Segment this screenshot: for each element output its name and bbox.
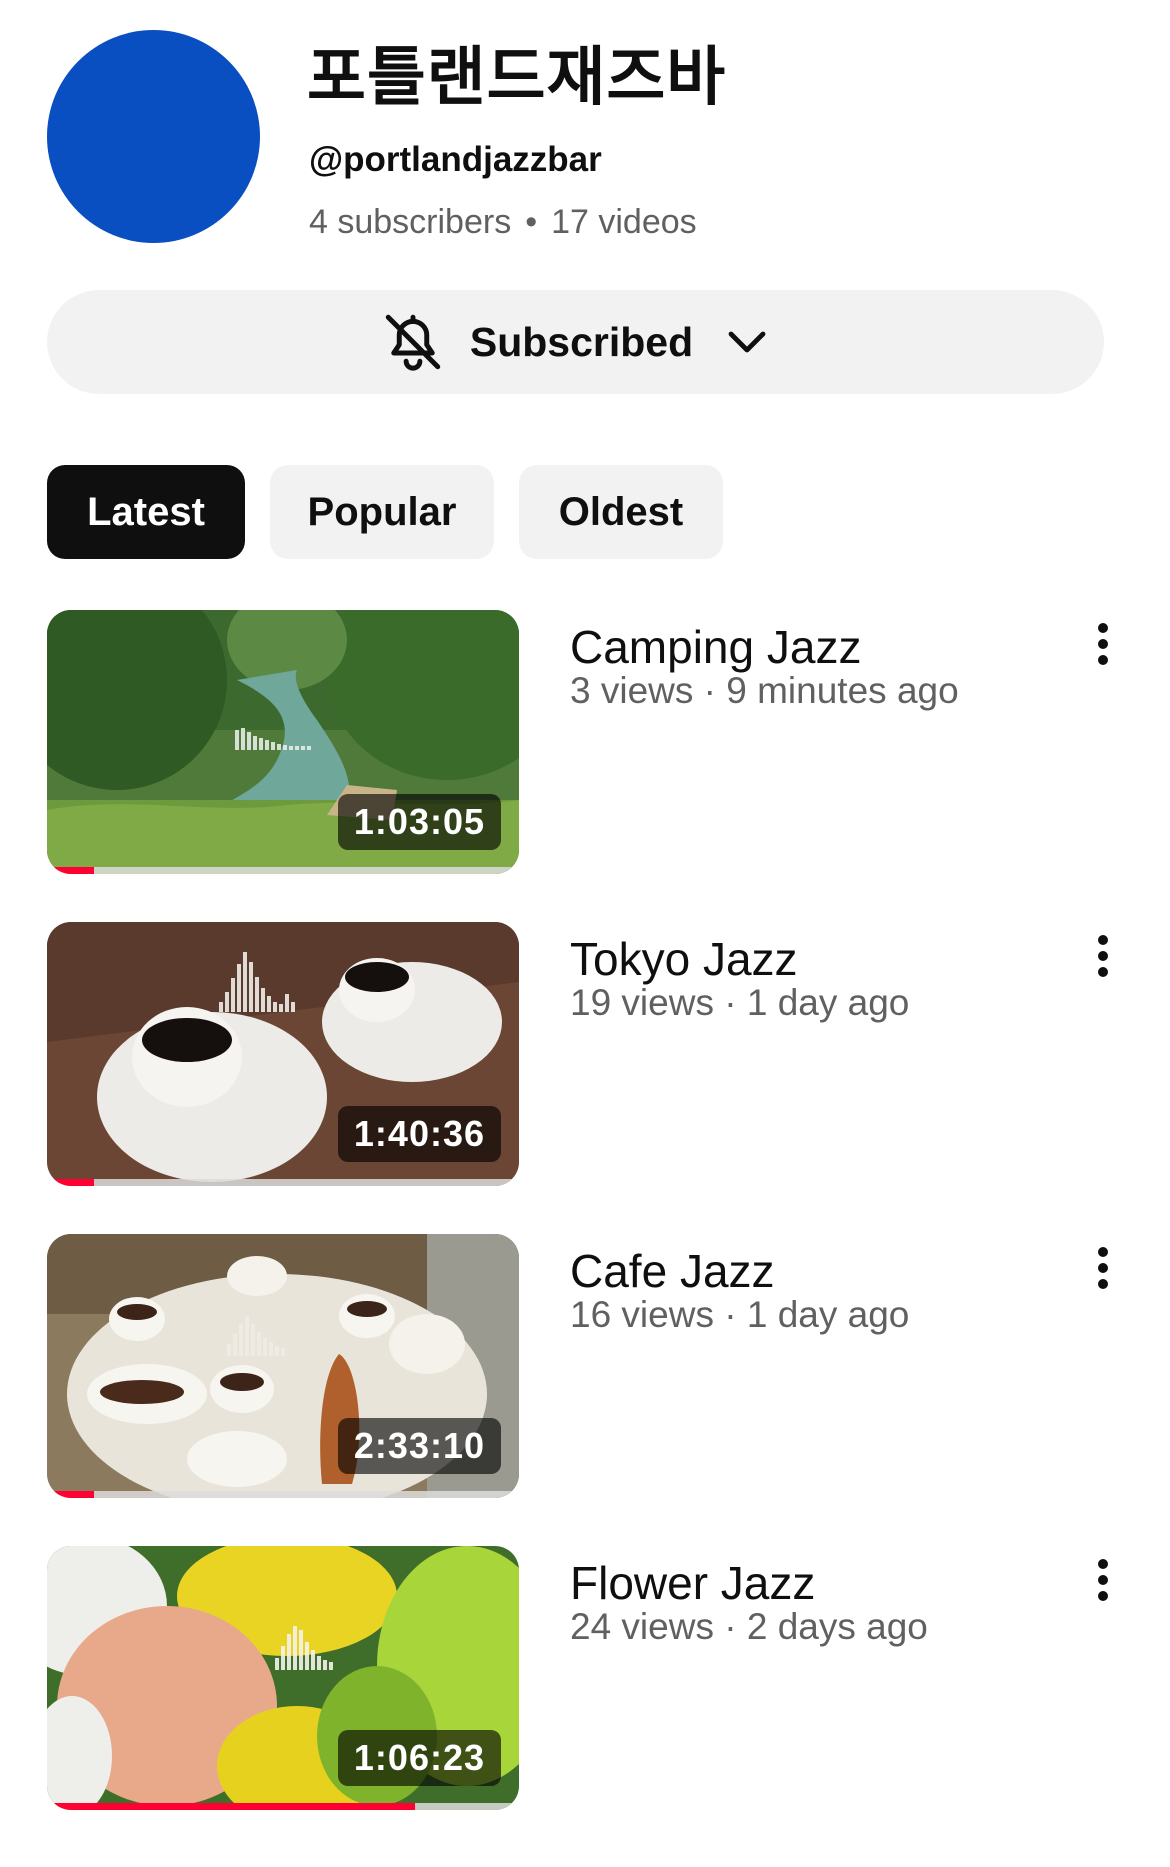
watch-progress-bar <box>47 1491 519 1498</box>
more-options-button[interactable] <box>1080 930 1126 982</box>
video-thumbnail[interactable]: 1:40:36 <box>47 922 519 1186</box>
chip-popular[interactable]: Popular <box>270 465 494 559</box>
bell-off-icon <box>385 314 441 371</box>
video-title[interactable]: Camping Jazz <box>570 620 861 674</box>
sort-chips: Latest Popular Oldest <box>47 465 723 559</box>
video-thumbnail[interactable]: 1:06:23 <box>47 1546 519 1810</box>
video-title[interactable]: Tokyo Jazz <box>570 932 798 986</box>
more-vert-icon <box>1098 623 1108 665</box>
channel-name: 포틀랜드재즈바 <box>307 41 727 115</box>
watch-progress-fill <box>47 1179 95 1186</box>
video-thumbnail[interactable]: 1:03:05 <box>47 610 519 874</box>
channel-stats: 4 subscribers • 17 videos <box>309 200 697 244</box>
more-options-button[interactable] <box>1080 1554 1126 1606</box>
more-options-button[interactable] <box>1080 618 1126 670</box>
video-meta: 3 views · 9 minutes ago <box>570 670 959 711</box>
video-title[interactable]: Flower Jazz <box>570 1556 815 1610</box>
video-duration: 1:03:05 <box>337 794 501 850</box>
watch-progress-fill <box>47 1491 95 1498</box>
video-item: 1:40:36 Tokyo Jazz 19 views · 1 day ago <box>0 922 1170 1190</box>
chip-latest[interactable]: Latest <box>47 465 245 559</box>
video-duration: 1:06:23 <box>337 1730 501 1786</box>
watch-progress-fill <box>47 1803 416 1810</box>
subscribed-label: Subscribed <box>469 319 694 365</box>
video-count: 17 videos <box>551 203 697 241</box>
video-duration: 1:40:36 <box>337 1106 501 1162</box>
video-item: 1:06:23 Flower Jazz 24 views · 2 days ag… <box>0 1546 1170 1814</box>
channel-avatar[interactable] <box>47 30 260 243</box>
watch-progress-bar <box>47 1179 519 1186</box>
video-meta: 19 views · 1 day ago <box>570 982 910 1023</box>
more-vert-icon <box>1098 935 1108 977</box>
more-vert-icon <box>1098 1559 1108 1601</box>
watch-progress-bar <box>47 1803 519 1810</box>
video-duration: 2:33:10 <box>337 1418 501 1474</box>
video-thumbnail[interactable]: 2:33:10 <box>47 1234 519 1498</box>
video-item: 2:33:10 Cafe Jazz 16 views · 1 day ago <box>0 1234 1170 1502</box>
video-title[interactable]: Cafe Jazz <box>570 1244 775 1298</box>
subscribed-button[interactable]: Subscribed <box>47 290 1104 394</box>
stats-separator: • <box>525 203 538 241</box>
video-meta: 16 views · 1 day ago <box>570 1294 910 1335</box>
chevron-down-icon <box>728 331 766 353</box>
more-vert-icon <box>1098 1247 1108 1289</box>
chip-oldest[interactable]: Oldest <box>519 465 723 559</box>
subscriber-count: 4 subscribers <box>309 203 512 241</box>
channel-handle: @portlandjazzbar <box>309 140 602 179</box>
watch-progress-fill <box>47 867 95 874</box>
more-options-button[interactable] <box>1080 1242 1126 1294</box>
video-item: 1:03:05 Camping Jazz 3 views · 9 minutes… <box>0 610 1170 878</box>
watch-progress-bar <box>47 867 519 874</box>
video-meta: 24 views · 2 days ago <box>570 1606 928 1647</box>
